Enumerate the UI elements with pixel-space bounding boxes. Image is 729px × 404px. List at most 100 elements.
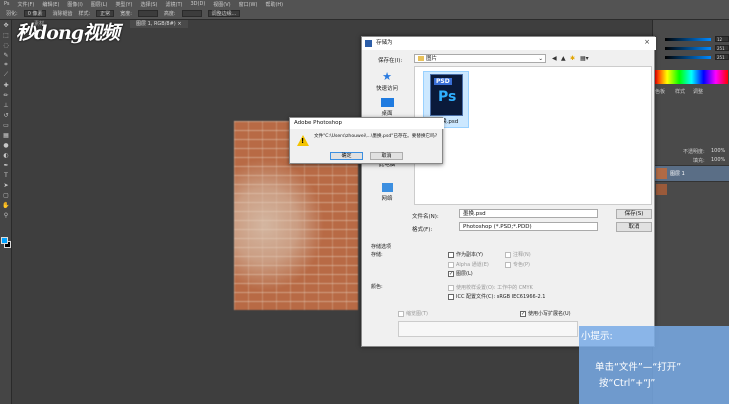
menu-item[interactable]: 文件(F) <box>18 1 35 8</box>
foreground-color-swatch[interactable] <box>1 237 8 244</box>
save-as-dialog: 存储为 × 保存在(I): 图片 ⌄ ◀ ▲ ✱ ▦▾ ★ 快速访问 桌面 库 … <box>361 36 656 347</box>
doc-tab-active[interactable]: 图层 1, RGB/8#) × <box>130 20 188 28</box>
proof-setup-option[interactable]: 使用校样设置(O): 工作中的 CMYK <box>448 284 533 291</box>
menu-item[interactable]: 图像(I) <box>67 1 82 8</box>
blue-slider[interactable] <box>665 56 711 59</box>
fill-value[interactable]: 100% <box>711 157 725 163</box>
layers-checkbox[interactable]: ✓ <box>448 270 454 277</box>
red-slider[interactable] <box>665 38 711 41</box>
back-icon[interactable]: ◀ <box>552 55 557 62</box>
healing-tool-icon[interactable]: ✚ <box>0 80 12 90</box>
lasso-tool-icon[interactable]: ◌ <box>0 40 12 50</box>
green-value[interactable]: 251 <box>715 45 729 51</box>
save-in-select[interactable]: 图片 ⌄ <box>414 54 546 63</box>
quick-select-tool-icon[interactable]: ✎ <box>0 50 12 60</box>
close-icon[interactable]: × <box>644 38 650 46</box>
photoshop-window: Ps 文件(F) 编辑(E) 图像(I) 图层(L) 类型(Y) 选择(S) 滤… <box>0 0 729 404</box>
new-folder-icon[interactable]: ✱ <box>570 55 575 62</box>
file-list[interactable]: PSD Ps 墨换.psd <box>414 66 652 205</box>
nav-desktop[interactable]: 桌面 <box>371 98 403 117</box>
alert-cancel-button[interactable]: 取消 <box>370 152 403 160</box>
feather-input[interactable]: 0 像素 <box>23 10 47 17</box>
thumbnail-option[interactable]: 缩览图(T) <box>398 310 428 317</box>
star-icon: ★ <box>382 70 392 83</box>
as-copy-option[interactable]: 作为副本(Y) <box>448 251 483 258</box>
up-folder-icon[interactable]: ▲ <box>561 55 566 62</box>
menu-item[interactable]: 视图(V) <box>213 1 230 8</box>
menu-item[interactable]: 类型(Y) <box>115 1 132 8</box>
history-brush-icon[interactable]: ↺ <box>0 110 12 120</box>
crop-tool-icon[interactable]: ⌗ <box>0 60 12 70</box>
eraser-tool-icon[interactable]: ▭ <box>0 120 12 130</box>
warning-mark: ! <box>301 137 305 145</box>
height-input[interactable] <box>181 10 202 17</box>
menu-item[interactable]: 3D(D) <box>190 1 205 7</box>
cancel-button[interactable]: 取消 <box>616 222 652 232</box>
menu-item[interactable]: 编辑(E) <box>42 1 59 8</box>
type-tool-icon[interactable]: T <box>0 170 12 180</box>
marquee-tool-icon[interactable]: ⬚ <box>0 30 12 40</box>
alert-message: 文件"C:\Users\zhouwei\...\墨换.psd"已存在。要替换它吗… <box>314 134 438 139</box>
format-select[interactable]: Photoshop (*.PSD;*.PDD) <box>459 222 598 231</box>
filename-input[interactable]: 墨换.psd <box>459 209 598 218</box>
layer-row[interactable]: 图层 1 <box>653 165 729 181</box>
path-select-icon[interactable]: ➤ <box>0 180 12 190</box>
panel-tab-adjustments[interactable]: 调整 <box>693 88 703 95</box>
lowercase-ext-checkbox[interactable]: ✓ <box>520 310 526 317</box>
gradient-tool-icon[interactable]: ▦ <box>0 130 12 140</box>
opacity-value[interactable]: 100% <box>711 148 725 154</box>
eyedropper-tool-icon[interactable]: ⟋ <box>0 70 12 80</box>
antialias-checkbox[interactable]: 消除锯齿 <box>52 10 72 17</box>
alpha-checkbox[interactable] <box>448 261 454 268</box>
menu-item[interactable]: 窗口(W) <box>239 1 258 8</box>
shape-tool-icon[interactable]: ▢ <box>0 190 12 200</box>
zoom-tool-icon[interactable]: ⚲ <box>0 210 12 220</box>
style-label: 样式: <box>78 11 91 17</box>
menu-item[interactable]: 滤镜(T) <box>166 1 183 8</box>
layer-thumbnail <box>656 168 667 179</box>
tip-line-1: 单击“文件”—“打开” <box>595 362 682 373</box>
save-button[interactable]: 保存(S) <box>616 209 652 219</box>
panel-tab-swatches[interactable]: 色板 <box>655 88 665 95</box>
refine-edge-button[interactable]: 调整边缘... <box>207 10 241 17</box>
notes-checkbox[interactable] <box>505 251 511 258</box>
save-in-value: 图片 <box>426 56 438 62</box>
view-menu-icon[interactable]: ▦▾ <box>580 55 589 62</box>
spot-checkbox[interactable] <box>505 261 511 268</box>
thumbnail-checkbox[interactable] <box>398 310 404 317</box>
alpha-option[interactable]: Alpha 通道(E) <box>448 261 489 268</box>
menu-item[interactable]: 图层(L) <box>91 1 108 8</box>
style-select[interactable]: 正常 <box>96 10 115 17</box>
stamp-tool-icon[interactable]: ⊥ <box>0 100 12 110</box>
icc-profile-checkbox[interactable] <box>448 293 454 300</box>
menu-item[interactable]: 选择(S) <box>140 1 157 8</box>
nav-network[interactable]: 网络 <box>371 183 403 202</box>
dodge-tool-icon[interactable]: ◐ <box>0 150 12 160</box>
move-tool-icon[interactable]: ✥ <box>0 20 12 30</box>
layer-row-background[interactable] <box>653 181 729 197</box>
desktop-icon <box>380 98 394 107</box>
brush-tool-icon[interactable]: ✏ <box>0 90 12 100</box>
fill-label: 填充: <box>693 158 705 164</box>
nav-quick-access[interactable]: ★ 快速访问 <box>371 71 403 92</box>
menu-item[interactable]: Ps <box>4 1 10 7</box>
icc-profile-option[interactable]: ICC 配置文件(C): sRGB IEC61966-2.1 <box>448 293 545 300</box>
width-input[interactable] <box>137 10 158 17</box>
blue-value[interactable]: 251 <box>715 54 729 60</box>
notes-option[interactable]: 注释(N) <box>505 251 531 258</box>
ok-button[interactable]: 确定 <box>330 152 363 160</box>
blur-tool-icon[interactable]: ● <box>0 140 12 150</box>
color-ramp[interactable] <box>655 70 728 84</box>
green-slider[interactable] <box>665 47 711 50</box>
lowercase-ext-option[interactable]: ✓ 使用小写扩展名(U) <box>520 310 571 317</box>
hand-tool-icon[interactable]: ✋ <box>0 200 12 210</box>
as-copy-checkbox[interactable] <box>448 251 454 258</box>
panel-tab-styles[interactable]: 样式 <box>675 88 685 95</box>
red-value[interactable]: 12 <box>715 36 729 42</box>
proof-setup-checkbox[interactable] <box>448 284 454 291</box>
layers-option[interactable]: ✓ 图层(L) <box>448 270 473 277</box>
menu-item[interactable]: 帮助(H) <box>265 1 283 8</box>
spot-option[interactable]: 专色(P) <box>505 261 530 268</box>
network-icon <box>381 183 393 192</box>
pen-tool-icon[interactable]: ✒ <box>0 160 12 170</box>
